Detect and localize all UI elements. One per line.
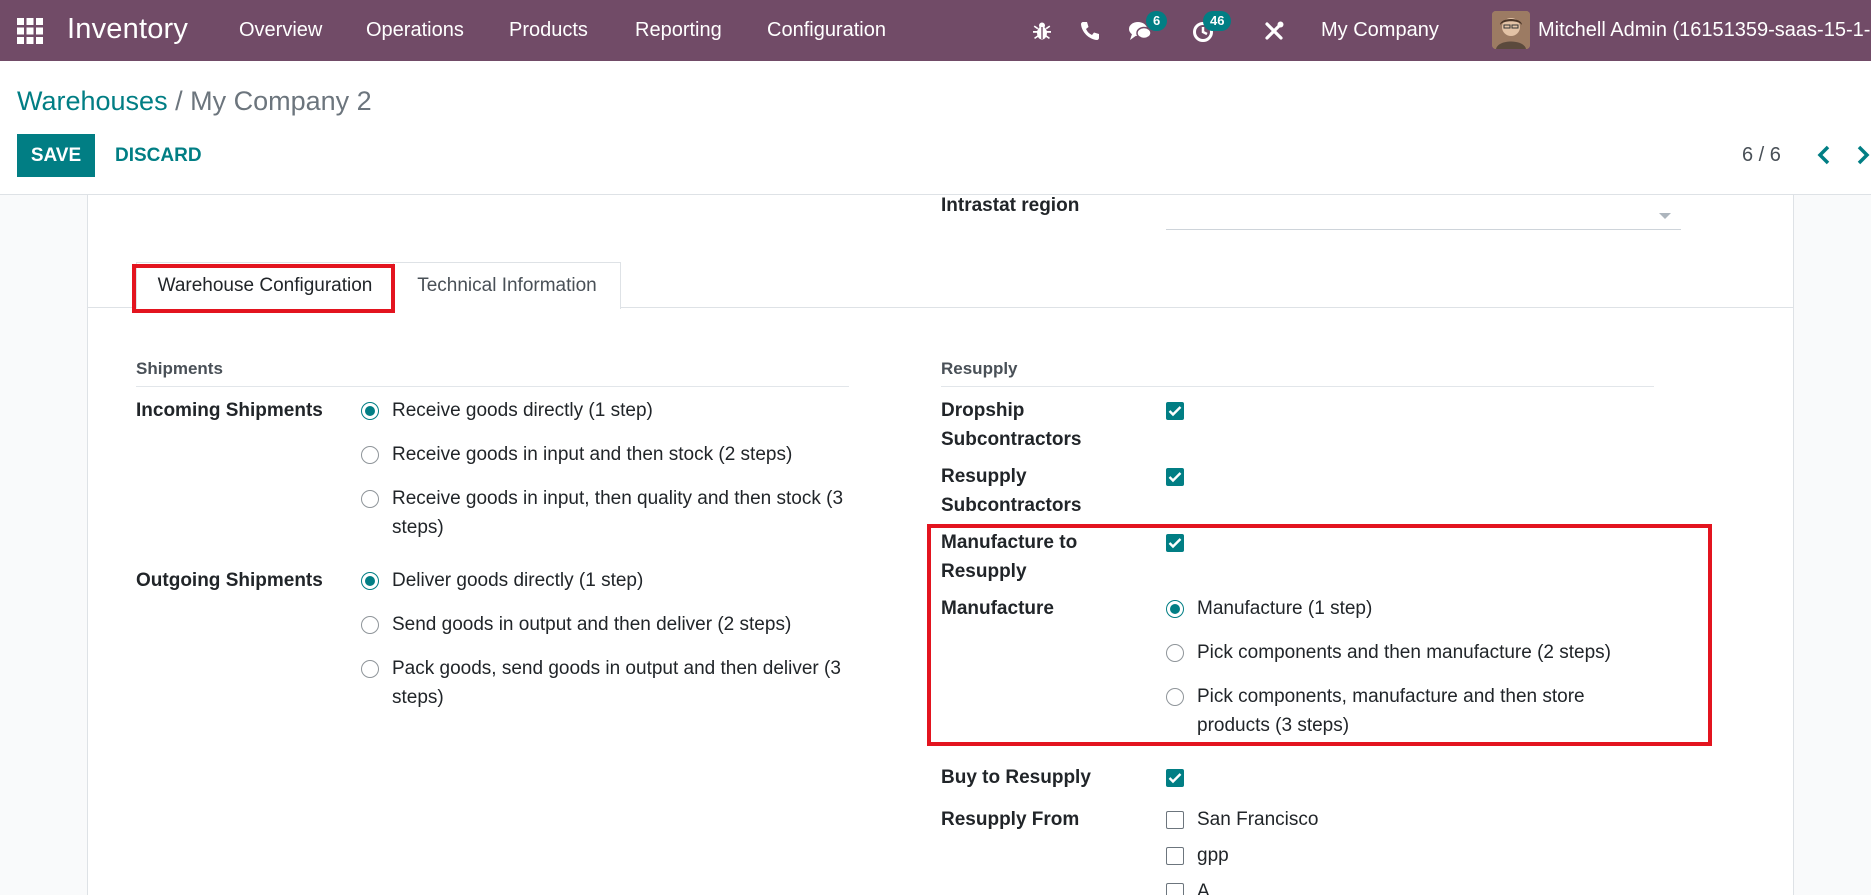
resupply-from-option-label: A: [1197, 881, 1210, 895]
company-switcher[interactable]: My Company: [1321, 19, 1439, 42]
tools-icon[interactable]: [1261, 18, 1287, 44]
radio-unchecked[interactable]: [361, 446, 379, 464]
resupply-group-title: Resupply: [941, 359, 1654, 387]
manufacture-option-3-label: Pick components, manufacture and then st…: [1197, 686, 1585, 736]
buy-to-resupply-label: Buy to Resupply: [941, 767, 1091, 788]
checkbox-unchecked[interactable]: [1166, 882, 1184, 895]
menu-reporting[interactable]: Reporting: [635, 19, 722, 42]
incoming-shipments-label: Incoming Shipments: [136, 400, 323, 421]
caret-down-icon: [1659, 213, 1671, 219]
manufacture-option-2[interactable]: Pick components and then manufacture (2 …: [1166, 638, 1666, 667]
breadcrumb-current: My Company 2: [190, 86, 372, 116]
outgoing-option-2[interactable]: Send goods in output and then deliver (2…: [361, 610, 851, 639]
buy-to-resupply-checkbox[interactable]: [1166, 769, 1184, 787]
messages-count-badge: 6: [1146, 11, 1168, 31]
radio-unchecked[interactable]: [361, 616, 379, 634]
outgoing-option-3-label: Pack goods, send goods in output and the…: [392, 658, 841, 708]
incoming-option-1[interactable]: Receive goods directly (1 step): [361, 396, 851, 425]
manufacture-label: Manufacture: [941, 598, 1054, 619]
radio-unchecked[interactable]: [361, 490, 379, 508]
discard-button[interactable]: DISCARD: [115, 145, 202, 167]
outgoing-option-2-label: Send goods in output and then deliver (2…: [392, 614, 792, 635]
control-panel: Warehouses / My Company 2 SAVE DISCARD 6…: [0, 61, 1871, 195]
user-avatar[interactable]: [1492, 11, 1530, 49]
resupply-from-a[interactable]: A: [1166, 877, 1210, 895]
radio-checked[interactable]: [1166, 600, 1184, 618]
chevron-left-icon[interactable]: [1812, 141, 1836, 169]
dropship-subcontractors-label: Dropship Subcontractors: [941, 400, 1082, 450]
resupply-from-label: Resupply From: [941, 809, 1080, 830]
incoming-option-1-label: Receive goods directly (1 step): [392, 400, 653, 421]
menu-configuration[interactable]: Configuration: [767, 19, 886, 42]
resupply-from-option-label: gpp: [1197, 845, 1229, 866]
bug-icon[interactable]: [1029, 18, 1055, 44]
menu-operations[interactable]: Operations: [366, 19, 464, 42]
pager-value[interactable]: 6 / 6: [1742, 144, 1781, 167]
radio-checked[interactable]: [361, 402, 379, 420]
incoming-option-3-label: Receive goods in input, then quality and…: [392, 488, 844, 538]
resupply-subcontractors-checkbox[interactable]: [1166, 468, 1184, 486]
outgoing-shipments-label: Outgoing Shipments: [136, 570, 323, 591]
manufacture-option-1[interactable]: Manufacture (1 step): [1166, 594, 1666, 623]
intrastat-region-select[interactable]: [1166, 201, 1681, 230]
resupply-from-gpp[interactable]: gpp: [1166, 841, 1229, 870]
checkbox-unchecked[interactable]: [1166, 846, 1184, 865]
form-sheet: Intrastat region Warehouse Configuration…: [87, 195, 1794, 895]
resupply-from-option-label: San Francisco: [1197, 809, 1319, 830]
shipments-group-title: Shipments: [136, 359, 849, 387]
manufacture-option-2-label: Pick components and then manufacture (2 …: [1197, 642, 1612, 663]
chevron-right-icon[interactable]: [1853, 141, 1871, 169]
manufacture-option-3[interactable]: Pick components, manufacture and then st…: [1166, 682, 1636, 740]
top-navbar: Inventory Overview Operations Products R…: [0, 0, 1871, 61]
outgoing-option-3[interactable]: Pack goods, send goods in output and the…: [361, 654, 851, 712]
phone-icon[interactable]: [1077, 18, 1103, 44]
activities-count-badge: 46: [1203, 11, 1232, 31]
resupply-subcontractors-label: Resupply Subcontractors: [941, 466, 1082, 516]
app-title[interactable]: Inventory: [67, 13, 188, 46]
notebook-tabs: Warehouse Configuration Technical Inform…: [88, 262, 1793, 309]
menu-products[interactable]: Products: [509, 19, 588, 42]
save-button[interactable]: SAVE: [17, 134, 95, 177]
resupply-from-san-francisco[interactable]: San Francisco: [1166, 805, 1318, 834]
apps-grid-icon[interactable]: [16, 17, 44, 45]
manufacture-to-resupply-label: Manufacture to Resupply: [941, 532, 1078, 582]
outgoing-option-1[interactable]: Deliver goods directly (1 step): [361, 566, 851, 595]
intrastat-region-label: Intrastat region: [941, 195, 1080, 216]
radio-unchecked[interactable]: [1166, 688, 1184, 706]
tab-technical-information[interactable]: Technical Information: [394, 262, 621, 309]
tab-warehouse-configuration[interactable]: Warehouse Configuration: [136, 262, 394, 309]
incoming-option-2-label: Receive goods in input and then stock (2…: [392, 444, 793, 465]
manufacture-option-1-label: Manufacture (1 step): [1197, 598, 1373, 619]
dropship-subcontractors-checkbox[interactable]: [1166, 402, 1184, 420]
outgoing-option-1-label: Deliver goods directly (1 step): [392, 570, 644, 591]
radio-unchecked[interactable]: [1166, 644, 1184, 662]
breadcrumb-separator: /: [175, 86, 183, 116]
incoming-option-2[interactable]: Receive goods in input and then stock (2…: [361, 440, 851, 469]
user-menu[interactable]: Mitchell Admin (16151359-saas-15-1-a: [1538, 19, 1871, 42]
breadcrumb: Warehouses / My Company 2: [17, 86, 372, 117]
menu-overview[interactable]: Overview: [239, 19, 322, 42]
manufacture-to-resupply-checkbox[interactable]: [1166, 534, 1184, 552]
breadcrumb-warehouses-link[interactable]: Warehouses: [17, 86, 168, 116]
radio-unchecked[interactable]: [361, 660, 379, 678]
radio-checked[interactable]: [361, 572, 379, 590]
incoming-option-3[interactable]: Receive goods in input, then quality and…: [361, 484, 851, 542]
checkbox-unchecked[interactable]: [1166, 810, 1184, 829]
